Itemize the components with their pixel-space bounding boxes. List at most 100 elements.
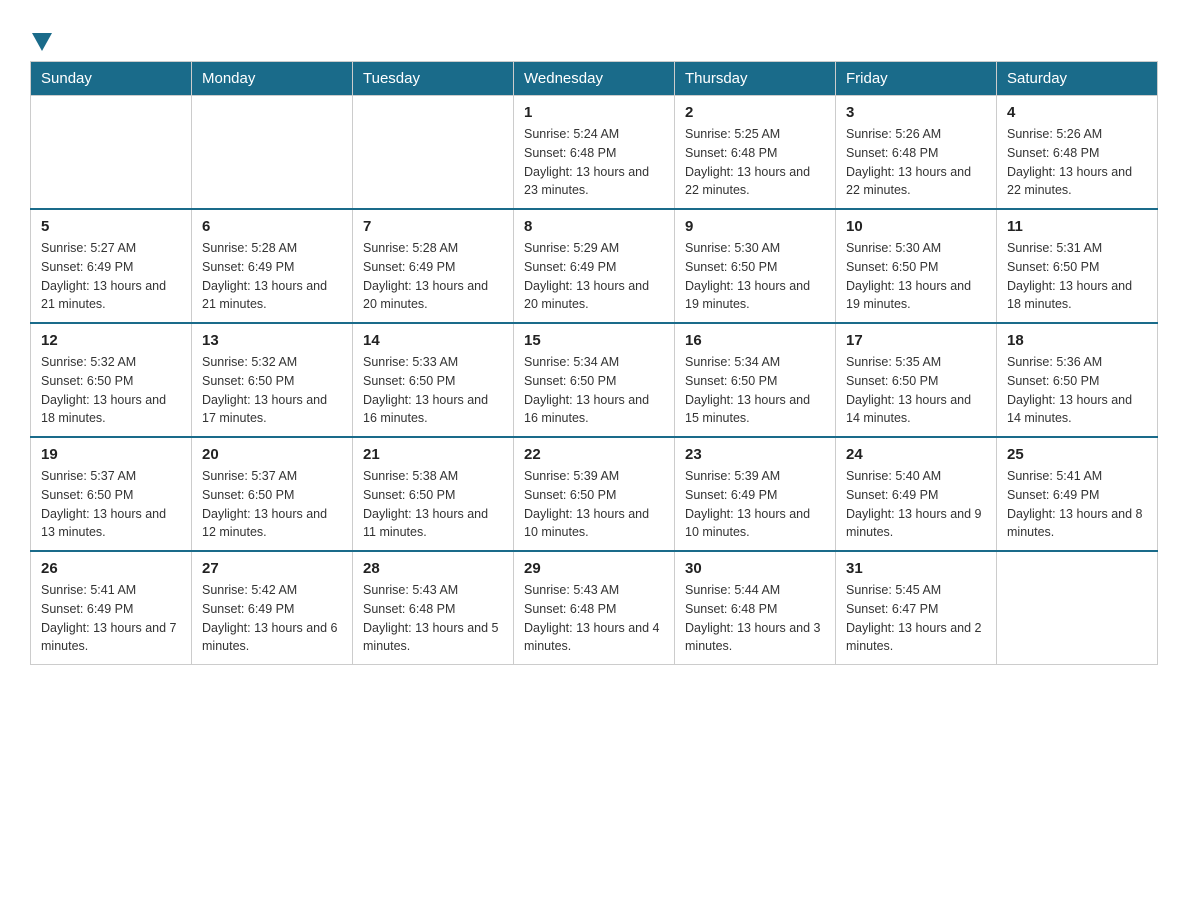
day-number: 6 [202,218,342,235]
calendar-cell: 21Sunrise: 5:38 AM Sunset: 6:50 PM Dayli… [353,437,514,551]
day-info: Sunrise: 5:38 AM Sunset: 6:50 PM Dayligh… [363,467,503,542]
calendar-cell: 1 Sunrise: 5:24 AM Sunset: 6:48 PM Daylig… [514,96,675,210]
calendar-cell: 16 Sunrise: 5:34 AM Sunset: 6:50 PM Dayli… [675,323,836,437]
day-number: 1 [524,104,664,121]
calendar-cell: 2 Sunrise: 5:25 AM Sunset: 6:48 PM Daylig… [675,96,836,210]
calendar-cell: 29Sunrise: 5:43 AM Sunset: 6:48 PM Dayli… [514,551,675,665]
calendar-cell: 25Sunrise: 5:41 AM Sunset: 6:49 PM Dayli… [997,437,1158,551]
day-number: 31 [846,560,986,577]
day-number: 9 [685,218,825,235]
day-info: Sunrise: 5:31 AM Sunset: 6:50 PM Dayligh… [1007,239,1147,314]
day-number: 16 [685,332,825,349]
day-number: 14 [363,332,503,349]
day-info: Sunrise: 5:24 AM Sunset: 6:48 PM Dayligh… [524,125,664,200]
day-number: 18 [1007,332,1147,349]
day-info: Sunrise: 5:33 AM Sunset: 6:50 PM Dayligh… [363,353,503,428]
day-number: 19 [41,446,181,463]
day-info: Sunrise: 5:43 AM Sunset: 6:48 PM Dayligh… [363,581,503,656]
calendar-cell: 12 Sunrise: 5:32 AM Sunset: 6:50 PM Dayli… [31,323,192,437]
calendar-cell: 3Sunrise: 5:26 AM Sunset: 6:48 PM Daylig… [836,96,997,210]
day-number: 2 [685,104,825,121]
day-number: 27 [202,560,342,577]
calendar-week-row: 26Sunrise: 5:41 AM Sunset: 6:49 PM Dayli… [31,551,1158,665]
day-number: 26 [41,560,181,577]
col-header-tuesday: Tuesday [353,62,514,96]
day-number: 11 [1007,218,1147,235]
calendar-cell [192,96,353,210]
day-number: 28 [363,560,503,577]
calendar-week-row: 19 Sunrise: 5:37 AM Sunset: 6:50 PM Dayli… [31,437,1158,551]
day-number: 4 [1007,104,1147,121]
day-number: 3 [846,104,986,121]
calendar-cell: 8 Sunrise: 5:29 AM Sunset: 6:49 PM Daylig… [514,209,675,323]
day-number: 22 [524,446,664,463]
calendar-cell: 31 Sunrise: 5:45 AM Sunset: 6:47 PM Dayli… [836,551,997,665]
day-info: Sunrise: 5:40 AM Sunset: 6:49 PM Dayligh… [846,467,986,542]
day-info: Sunrise: 5:34 AM Sunset: 6:50 PM Dayligh… [685,353,825,428]
calendar-cell: 20 Sunrise: 5:37 AM Sunset: 6:50 PM Dayli… [192,437,353,551]
day-info: Sunrise: 5:39 AM Sunset: 6:49 PM Dayligh… [685,467,825,542]
day-info: Sunrise: 5:37 AM Sunset: 6:50 PM Dayligh… [202,467,342,542]
calendar-table: SundayMondayTuesdayWednesdayThursdayFrid… [30,61,1158,665]
calendar-cell: 13 Sunrise: 5:32 AM Sunset: 6:50 PM Dayli… [192,323,353,437]
day-info: Sunrise: 5:45 AM Sunset: 6:47 PM Dayligh… [846,581,986,656]
calendar-cell [31,96,192,210]
day-number: 8 [524,218,664,235]
calendar-week-row: 5Sunrise: 5:27 AM Sunset: 6:49 PM Daylig… [31,209,1158,323]
day-info: Sunrise: 5:32 AM Sunset: 6:50 PM Dayligh… [41,353,181,428]
logo-arrow-icon [32,33,52,51]
day-info: Sunrise: 5:36 AM Sunset: 6:50 PM Dayligh… [1007,353,1147,428]
calendar-cell: 6 Sunrise: 5:28 AM Sunset: 6:49 PM Daylig… [192,209,353,323]
calendar-cell [353,96,514,210]
col-header-sunday: Sunday [31,62,192,96]
calendar-cell: 30 Sunrise: 5:44 AM Sunset: 6:48 PM Dayli… [675,551,836,665]
day-info: Sunrise: 5:30 AM Sunset: 6:50 PM Dayligh… [685,239,825,314]
calendar-header-row: SundayMondayTuesdayWednesdayThursdayFrid… [31,62,1158,96]
day-info: Sunrise: 5:37 AM Sunset: 6:50 PM Dayligh… [41,467,181,542]
day-info: Sunrise: 5:30 AM Sunset: 6:50 PM Dayligh… [846,239,986,314]
day-number: 12 [41,332,181,349]
col-header-wednesday: Wednesday [514,62,675,96]
calendar-cell: 9 Sunrise: 5:30 AM Sunset: 6:50 PM Daylig… [675,209,836,323]
calendar-cell [997,551,1158,665]
calendar-cell: 5Sunrise: 5:27 AM Sunset: 6:49 PM Daylig… [31,209,192,323]
calendar-cell: 11 Sunrise: 5:31 AM Sunset: 6:50 PM Dayli… [997,209,1158,323]
day-number: 10 [846,218,986,235]
calendar-cell: 15Sunrise: 5:34 AM Sunset: 6:50 PM Dayli… [514,323,675,437]
day-info: Sunrise: 5:42 AM Sunset: 6:49 PM Dayligh… [202,581,342,656]
day-info: Sunrise: 5:27 AM Sunset: 6:49 PM Dayligh… [41,239,181,314]
calendar-cell: 19 Sunrise: 5:37 AM Sunset: 6:50 PM Dayli… [31,437,192,551]
day-number: 17 [846,332,986,349]
calendar-cell: 24Sunrise: 5:40 AM Sunset: 6:49 PM Dayli… [836,437,997,551]
day-info: Sunrise: 5:25 AM Sunset: 6:48 PM Dayligh… [685,125,825,200]
calendar-cell: 17 Sunrise: 5:35 AM Sunset: 6:50 PM Dayli… [836,323,997,437]
calendar-cell: 7Sunrise: 5:28 AM Sunset: 6:49 PM Daylig… [353,209,514,323]
day-number: 23 [685,446,825,463]
day-info: Sunrise: 5:32 AM Sunset: 6:50 PM Dayligh… [202,353,342,428]
col-header-saturday: Saturday [997,62,1158,96]
calendar-week-row: 12 Sunrise: 5:32 AM Sunset: 6:50 PM Dayli… [31,323,1158,437]
page-header [30,20,1158,51]
calendar-cell: 27 Sunrise: 5:42 AM Sunset: 6:49 PM Dayli… [192,551,353,665]
calendar-cell: 18 Sunrise: 5:36 AM Sunset: 6:50 PM Dayli… [997,323,1158,437]
day-info: Sunrise: 5:44 AM Sunset: 6:48 PM Dayligh… [685,581,825,656]
day-number: 25 [1007,446,1147,463]
day-info: Sunrise: 5:34 AM Sunset: 6:50 PM Dayligh… [524,353,664,428]
logo [30,20,52,51]
day-info: Sunrise: 5:26 AM Sunset: 6:48 PM Dayligh… [1007,125,1147,200]
calendar-cell: 4 Sunrise: 5:26 AM Sunset: 6:48 PM Daylig… [997,96,1158,210]
calendar-cell: 14 Sunrise: 5:33 AM Sunset: 6:50 PM Dayli… [353,323,514,437]
calendar-cell: 22 Sunrise: 5:39 AM Sunset: 6:50 PM Dayli… [514,437,675,551]
day-number: 13 [202,332,342,349]
col-header-monday: Monday [192,62,353,96]
calendar-cell: 28 Sunrise: 5:43 AM Sunset: 6:48 PM Dayli… [353,551,514,665]
calendar-cell: 26Sunrise: 5:41 AM Sunset: 6:49 PM Dayli… [31,551,192,665]
day-info: Sunrise: 5:29 AM Sunset: 6:49 PM Dayligh… [524,239,664,314]
day-number: 30 [685,560,825,577]
day-info: Sunrise: 5:35 AM Sunset: 6:50 PM Dayligh… [846,353,986,428]
col-header-friday: Friday [836,62,997,96]
day-number: 20 [202,446,342,463]
day-info: Sunrise: 5:39 AM Sunset: 6:50 PM Dayligh… [524,467,664,542]
day-info: Sunrise: 5:28 AM Sunset: 6:49 PM Dayligh… [202,239,342,314]
calendar-cell: 10 Sunrise: 5:30 AM Sunset: 6:50 PM Dayli… [836,209,997,323]
